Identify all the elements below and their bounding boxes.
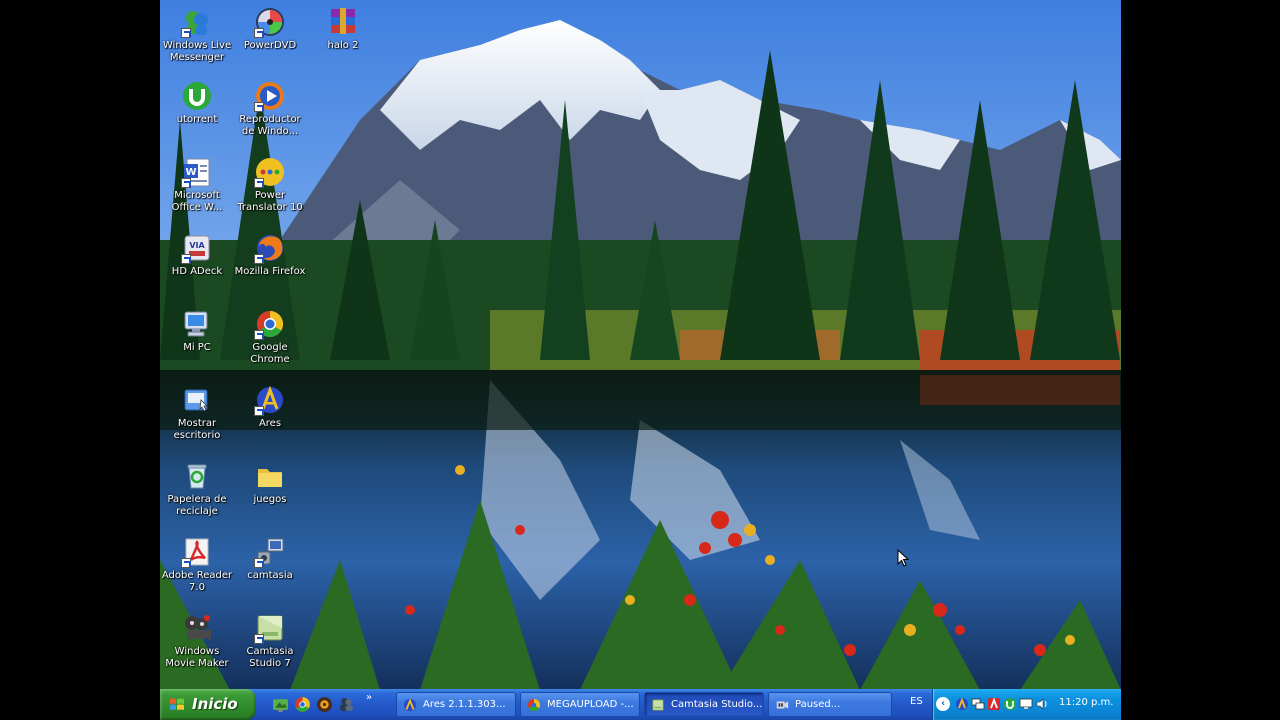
desktop-icon-label: Adobe Reader 7.0 (161, 570, 233, 593)
desktop-icon-label: Power Translator 10 (237, 190, 303, 213)
display-icon[interactable] (1019, 697, 1033, 711)
desktop-icon-label: Ares (258, 418, 282, 429)
desktop-screen: Windows Live Messenger PowerDVD halo 2 u… (160, 0, 1121, 720)
utorrent-icon (181, 80, 213, 112)
svg-text:W: W (185, 167, 196, 178)
desktop-icon-label: PowerDVD (243, 40, 297, 51)
show-hidden-icons-button[interactable]: ‹ (936, 697, 950, 711)
taskbar-button-label: Ares 2.1.1.303... (423, 699, 506, 710)
ares-icon[interactable] (955, 697, 969, 711)
computer-icon (181, 308, 213, 340)
taskbar-button-ares[interactable]: Ares 2.1.1.303... (396, 692, 516, 717)
movie-maker-icon (181, 612, 213, 644)
ares-icon (254, 384, 286, 416)
camtasia-icon (652, 699, 664, 711)
desktop-icon-label: camtasia (247, 570, 293, 581)
chrome-icon[interactable] (294, 696, 311, 713)
taskbar-button-megaupload[interactable]: MEGAUPLOAD -... (520, 692, 640, 717)
taskbar: Inicio » Ares 2.1.1.303... MEGAUPLOAD -.… (160, 689, 1121, 720)
taskbar-button-label: Paused... (795, 699, 841, 710)
desktop-icon-windows-live-messenger[interactable]: Windows Live Messenger (160, 4, 234, 74)
desktop-icon-label: Windows Live Messenger (162, 40, 232, 63)
desktop-icon-label: Mozilla Firefox (234, 266, 306, 277)
desktop-icon-label: Mi PC (183, 342, 211, 353)
network-icon[interactable] (971, 697, 985, 711)
show-desktop-icon[interactable] (272, 696, 289, 713)
camtasia-icon (254, 536, 286, 568)
desktop-icon-hd-adeck[interactable]: VIA HD ADeck (160, 230, 234, 300)
taskbar-button-camtasia-studio[interactable]: Camtasia Studio... (644, 692, 764, 717)
utorrent-icon[interactable] (1003, 697, 1017, 711)
show-desktop-icon (181, 384, 213, 416)
desktop-icon-microsoft-office-word[interactable]: W Microsoft Office W... (160, 154, 234, 224)
svg-text:VIA: VIA (189, 241, 205, 250)
app-icon[interactable] (316, 696, 333, 713)
desktop-icon-windows-movie-maker[interactable]: Windows Movie Maker (160, 610, 234, 680)
system-tray: ‹ 11:20 p.m. (932, 689, 1121, 720)
chrome-icon (254, 308, 286, 340)
desktop-icon-label: Camtasia Studio 7 (246, 646, 294, 669)
taskbar-button-label: Camtasia Studio... (671, 699, 763, 710)
winrar-icon (327, 6, 359, 38)
desktop-icon-mostrar-escritorio[interactable]: Mostrar escritorio (160, 382, 234, 452)
desktop-icon-ares[interactable]: Ares (233, 382, 307, 452)
desktop-icon-google-chrome[interactable]: Google Chrome (233, 306, 307, 376)
taskbar-button-recorder-paused[interactable]: Paused... (768, 692, 892, 717)
firefox-icon (254, 232, 286, 264)
messenger-icon[interactable] (338, 696, 355, 713)
desktop-icon-label: Windows Movie Maker (165, 646, 229, 669)
desktop-icon-papelera-de-reciclaje[interactable]: Papelera de reciclaje (160, 458, 234, 528)
desktop-icon-label: Google Chrome (250, 342, 290, 365)
translator-icon (254, 156, 286, 188)
messenger-icon (181, 6, 213, 38)
chrome-icon (527, 698, 541, 712)
word-icon: W (181, 156, 213, 188)
desktop-icon-label: Papelera de reciclaje (167, 494, 227, 517)
hd-adeck-icon: VIA (181, 232, 213, 264)
desktop-icon-powerdvd[interactable]: PowerDVD (233, 4, 307, 74)
adobe-reader-icon (181, 536, 213, 568)
desktop-icon-windows-media-player[interactable]: Reproductor de Windo... (233, 78, 307, 148)
mouse-cursor-icon (897, 549, 909, 567)
desktop-icon-camtasia-studio-7[interactable]: Camtasia Studio 7 (233, 610, 307, 680)
desktop-icon-label: halo 2 (327, 40, 359, 51)
desktop-icon-label: Mostrar escritorio (173, 418, 221, 441)
ares-icon (403, 698, 417, 712)
desktop-icon-label: Reproductor de Windo... (239, 114, 301, 137)
desktop-icon-utorrent[interactable]: utorrent (160, 78, 234, 148)
desktop-icon-label: HD ADeck (171, 266, 223, 277)
desktop-icon-label: utorrent (176, 114, 218, 125)
taskbar-button-label: MEGAUPLOAD -... (547, 699, 634, 710)
desktop-icon-camtasia[interactable]: camtasia (233, 534, 307, 604)
avira-icon[interactable] (987, 697, 1001, 711)
desktop-icon-mozilla-firefox[interactable]: Mozilla Firefox (233, 230, 307, 300)
desktop-icon-halo-2[interactable]: halo 2 (306, 4, 380, 74)
system-clock[interactable]: 11:20 p.m. (1059, 697, 1113, 708)
desktop-icon-power-translator[interactable]: Power Translator 10 (233, 154, 307, 224)
desktop-icon-adobe-reader[interactable]: Adobe Reader 7.0 (160, 534, 234, 604)
windows-logo-icon (170, 698, 184, 710)
media-player-icon (254, 80, 286, 112)
recorder-icon (776, 701, 789, 709)
powerdvd-icon (254, 6, 286, 38)
desktop-icon-label: Microsoft Office W... (171, 190, 223, 213)
language-indicator[interactable]: ES (910, 696, 923, 707)
folder-icon (254, 460, 286, 492)
start-button[interactable]: Inicio (160, 689, 256, 720)
quick-launch-more-button[interactable]: » (366, 692, 372, 703)
recycle-bin-icon (181, 460, 213, 492)
desktop-icon-juegos[interactable]: juegos (233, 458, 307, 528)
desktop-icon-mi-pc[interactable]: Mi PC (160, 306, 234, 376)
desktop-icon-label: juegos (253, 494, 287, 505)
camtasia-studio-icon (254, 612, 286, 644)
volume-icon[interactable] (1035, 697, 1049, 711)
start-label: Inicio (192, 695, 238, 713)
